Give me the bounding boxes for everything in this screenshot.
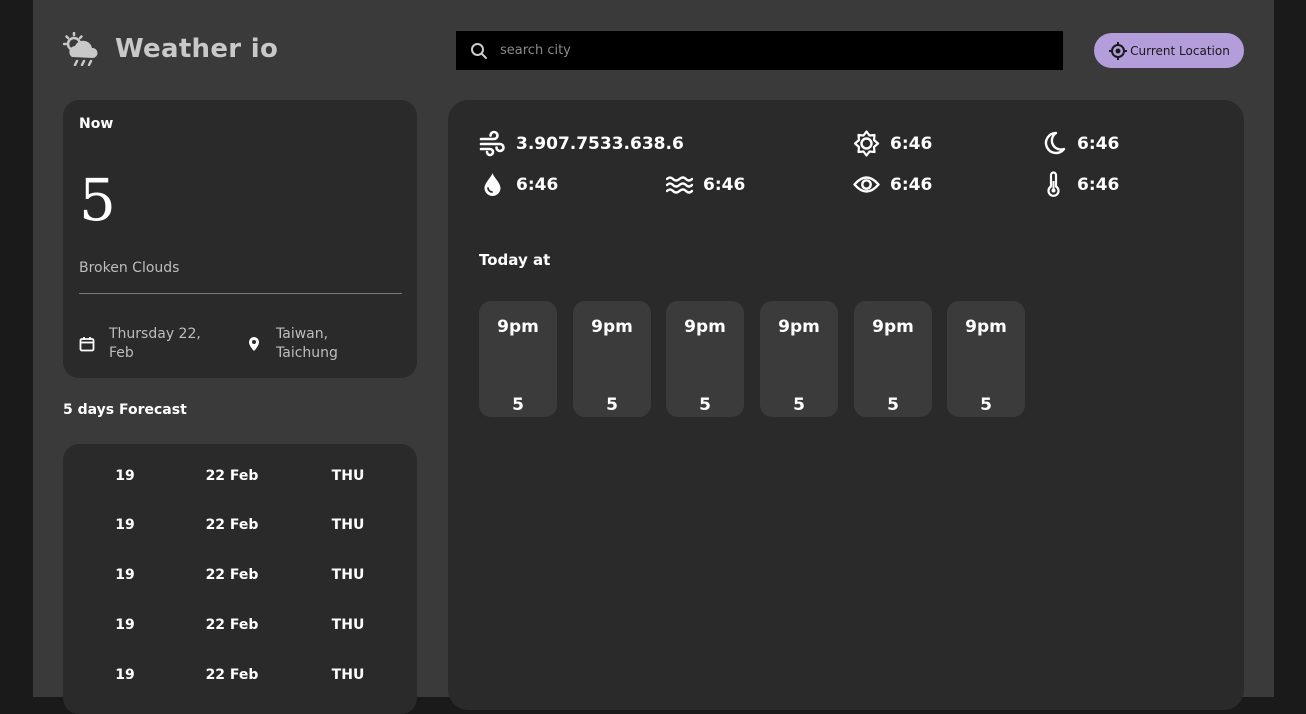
forecast-temp: 19 [115, 517, 135, 533]
hourly-temp: 5 [980, 395, 992, 415]
sunrise-stat: 6:46 [853, 130, 932, 157]
forecast-temp: 19 [115, 667, 135, 683]
search-bar [456, 31, 1063, 70]
hourly-card: 9pm 5 [760, 301, 838, 417]
forecast-day: THU [331, 667, 365, 683]
current-date: Thursday 22, Feb [79, 325, 201, 363]
forecast-title: 5 days Forecast [63, 402, 187, 418]
highlights-card: 3.907.7533.638.6 6:46 6:46 6:46 6:46 6:4… [448, 100, 1244, 710]
forecast-row: 19 22 Feb THU [63, 567, 417, 587]
sunset-stat: 6:46 [1040, 130, 1119, 157]
hourly-card: 9pm 5 [479, 301, 557, 417]
hourly-time: 9pm [872, 317, 914, 337]
location-text: Taiwan, Taichung [276, 326, 338, 361]
humidity-value: 6:46 [516, 174, 559, 195]
current-location: Taiwan, Taichung [246, 325, 338, 363]
visibility-stat: 6:46 [853, 171, 932, 198]
visibility-value: 6:46 [890, 174, 933, 195]
current-location-label: Current Location [1130, 43, 1230, 58]
wind-icon [479, 130, 505, 157]
hourly-temp: 5 [793, 395, 805, 415]
forecast-date: 22 Feb [205, 567, 259, 583]
app-container: Weather io Current Location Now 5 Broken… [33, 0, 1274, 714]
hourly-time: 9pm [497, 317, 539, 337]
hourly-time: 9pm [965, 317, 1007, 337]
cloud-sun-rain-icon [63, 32, 98, 66]
hourly-temp: 5 [699, 395, 711, 415]
current-location-button[interactable]: Current Location [1094, 33, 1244, 68]
date-text: Thursday 22, Feb [109, 326, 201, 361]
my-location-icon [1109, 41, 1128, 60]
now-label: Now [79, 116, 114, 132]
current-temperature: 5 [79, 166, 116, 234]
hourly-temp: 5 [512, 395, 524, 415]
forecast-temp: 19 [115, 468, 135, 484]
moon-icon [1044, 131, 1066, 155]
forecast-day: THU [331, 468, 365, 484]
wind-value: 3.907.7533.638.6 [516, 133, 684, 154]
hourly-time: 9pm [684, 317, 726, 337]
weather-description: Broken Clouds [79, 260, 180, 276]
forecast-temp: 19 [115, 617, 135, 633]
forecast-day: THU [331, 617, 365, 633]
hourly-card: 9pm 5 [947, 301, 1025, 417]
feels-like-value: 6:46 [1077, 174, 1120, 195]
forecast-row: 19 22 Feb THU [63, 517, 417, 537]
forecast-date: 22 Feb [205, 468, 259, 484]
sunrise-value: 6:46 [890, 133, 933, 154]
hourly-card: 9pm 5 [854, 301, 932, 417]
calendar-icon [79, 337, 95, 352]
app-name: Weather io [115, 34, 279, 64]
divider [79, 293, 402, 294]
forecast-date: 22 Feb [205, 517, 259, 533]
waves-icon [666, 176, 693, 194]
forecast-day: THU [331, 567, 365, 583]
wind-stat: 3.907.7533.638.6 [479, 130, 684, 157]
thermometer-icon [1047, 171, 1060, 197]
logo[interactable]: Weather io [63, 32, 278, 66]
water-drop-icon [484, 173, 501, 196]
sun-icon [853, 130, 880, 157]
feels-like-stat: 6:46 [1040, 171, 1119, 198]
hourly-card: 9pm 5 [573, 301, 651, 417]
forecast-date: 22 Feb [205, 617, 259, 633]
forecast-row: 19 22 Feb THU [63, 617, 417, 637]
sunset-value: 6:46 [1077, 133, 1120, 154]
eye-icon [853, 176, 880, 193]
hourly-time: 9pm [778, 317, 820, 337]
search-icon [471, 42, 487, 59]
pressure-value: 6:46 [703, 174, 746, 195]
forecast-temp: 19 [115, 567, 135, 583]
forecast-row: 19 22 Feb THU [63, 468, 417, 488]
search-input[interactable] [500, 43, 1040, 58]
current-weather-card: Now 5 Broken Clouds Thursday 22, Feb Tai… [63, 100, 417, 378]
forecast-row: 19 22 Feb THU [63, 667, 417, 687]
today-title: Today at [479, 251, 551, 269]
forecast-day: THU [331, 517, 365, 533]
location-pin-icon [249, 337, 259, 351]
pressure-stat: 6:46 [666, 171, 745, 198]
hourly-temp: 5 [606, 395, 618, 415]
hourly-card: 9pm 5 [666, 301, 744, 417]
forecast-date: 22 Feb [205, 667, 259, 683]
hourly-temp: 5 [887, 395, 899, 415]
humidity-stat: 6:46 [479, 171, 558, 198]
forecast-card: 19 22 Feb THU 19 22 Feb THU 19 22 Feb TH… [63, 444, 417, 714]
hourly-time: 9pm [591, 317, 633, 337]
